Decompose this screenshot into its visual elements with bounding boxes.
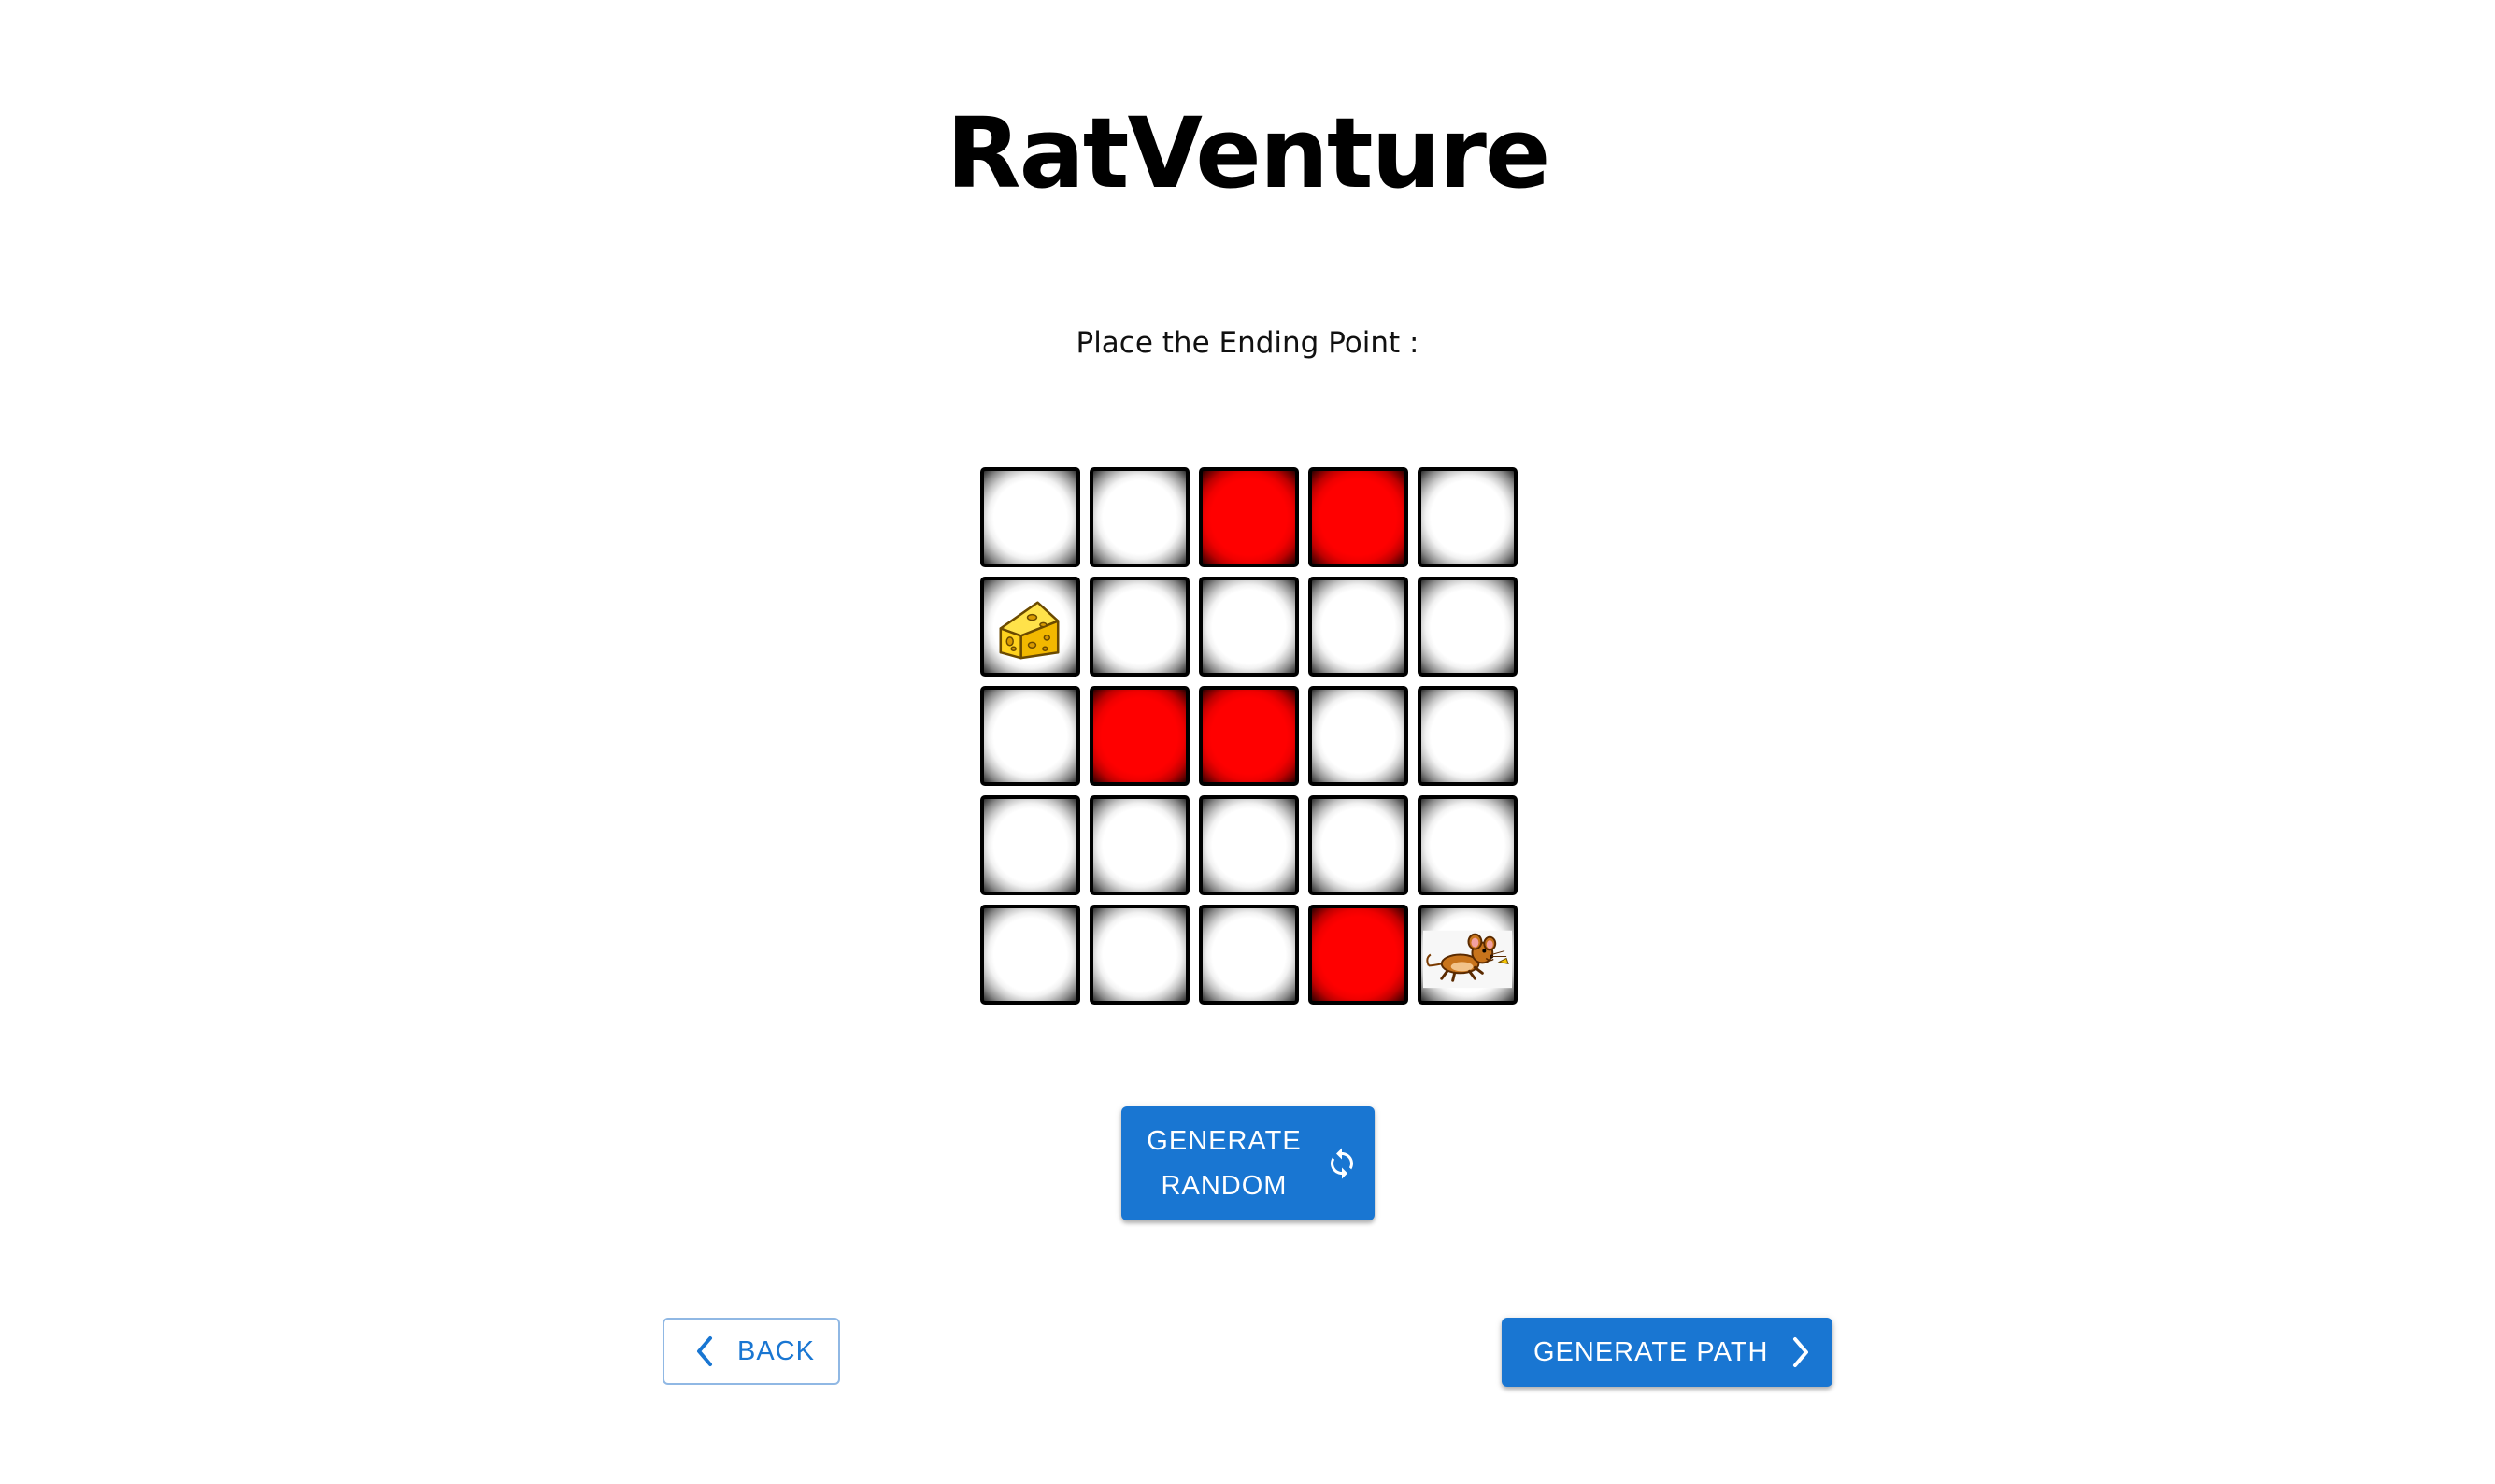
chevron-right-icon bbox=[1793, 1337, 1809, 1367]
maze-cell-1-3-open[interactable] bbox=[1308, 577, 1408, 677]
generate-path-label: GENERATE PATH bbox=[1533, 1336, 1769, 1367]
refresh-icon bbox=[1331, 1148, 1353, 1179]
generate-path-button[interactable]: GENERATE PATH bbox=[1502, 1318, 1832, 1387]
maze-cell-0-1-open[interactable] bbox=[1090, 467, 1190, 567]
rat-icon bbox=[1422, 930, 1513, 989]
generate-random-line2: RANDOM bbox=[1161, 1171, 1288, 1201]
maze-cell-4-4-rat[interactable] bbox=[1418, 905, 1518, 1005]
maze-cell-1-2-open[interactable] bbox=[1199, 577, 1299, 677]
maze-cell-0-2-wall[interactable] bbox=[1199, 467, 1299, 567]
maze-grid bbox=[980, 467, 1518, 1005]
maze-cell-0-0-open[interactable] bbox=[980, 467, 1080, 567]
maze-cell-1-1-open[interactable] bbox=[1090, 577, 1190, 677]
maze-cell-4-0-open[interactable] bbox=[980, 905, 1080, 1005]
maze-cell-1-4-open[interactable] bbox=[1418, 577, 1518, 677]
back-button[interactable]: BACK bbox=[663, 1318, 840, 1385]
maze-cell-1-0-cheese[interactable] bbox=[980, 577, 1080, 677]
maze-cell-3-4-open[interactable] bbox=[1418, 795, 1518, 895]
maze-cell-4-1-open[interactable] bbox=[1090, 905, 1190, 1005]
maze-cell-2-0-open[interactable] bbox=[980, 686, 1080, 786]
cheese-icon bbox=[999, 601, 1060, 660]
maze-cell-4-3-wall[interactable] bbox=[1308, 905, 1408, 1005]
back-label: BACK bbox=[737, 1335, 815, 1366]
chevron-left-icon bbox=[697, 1336, 712, 1366]
maze-cell-3-1-open[interactable] bbox=[1090, 795, 1190, 895]
generate-random-label: GENERATE RANDOM bbox=[1140, 1119, 1308, 1208]
maze-cell-4-2-open[interactable] bbox=[1199, 905, 1299, 1005]
maze-cell-2-2-wall[interactable] bbox=[1199, 686, 1299, 786]
maze-cell-0-3-wall[interactable] bbox=[1308, 467, 1408, 567]
maze-cell-3-3-open[interactable] bbox=[1308, 795, 1408, 895]
maze-cell-0-4-open[interactable] bbox=[1418, 467, 1518, 567]
maze-cell-3-0-open[interactable] bbox=[980, 795, 1080, 895]
maze-cell-3-2-open[interactable] bbox=[1199, 795, 1299, 895]
app-title: RatVenture bbox=[946, 96, 1551, 210]
instruction-text: Place the Ending Point : bbox=[1076, 326, 1419, 360]
generate-random-line1: GENERATE bbox=[1147, 1126, 1302, 1156]
maze-cell-2-3-open[interactable] bbox=[1308, 686, 1408, 786]
maze-cell-2-1-wall[interactable] bbox=[1090, 686, 1190, 786]
maze-cell-2-4-open[interactable] bbox=[1418, 686, 1518, 786]
generate-random-button[interactable]: GENERATE RANDOM bbox=[1121, 1106, 1375, 1220]
